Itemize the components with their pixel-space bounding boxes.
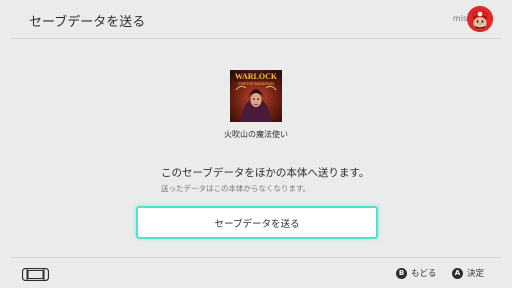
back-hint[interactable]: B もどる — [396, 267, 436, 279]
game-name: 火吹山の魔法使い — [224, 130, 288, 139]
header-divider — [11, 38, 501, 39]
footer-divider — [11, 257, 501, 258]
a-button-icon: A — [452, 267, 463, 279]
handheld-console-icon — [21, 266, 50, 282]
b-button-icon: B — [396, 267, 407, 279]
back-hint-label: もどる — [411, 269, 437, 279]
confirm-submessage: 送ったデータはこの本体からなくなります。 — [161, 184, 311, 193]
mario-avatar-icon — [467, 6, 493, 32]
game-icon-title: WARLOCK — [235, 72, 278, 81]
confirm-hint[interactable]: A 決定 — [452, 267, 484, 279]
page-title: セーブデータを送る — [29, 15, 146, 30]
send-save-data-button[interactable]: セーブデータを送る — [136, 206, 378, 239]
header: セーブデータを送る miso — [0, 0, 512, 38]
game-icon-subtitle: FIRETOP MOUNTAIN — [238, 82, 274, 86]
confirm-hint-label: 決定 — [467, 269, 485, 279]
avatar[interactable] — [467, 6, 493, 32]
confirm-message: このセーブデータをほかの本体へ送ります。 — [161, 167, 370, 179]
game-icon: WARLOCK FIRETOP MOUNTAIN — [230, 70, 282, 122]
send-save-data-button-label: セーブデータを送る — [214, 218, 300, 230]
